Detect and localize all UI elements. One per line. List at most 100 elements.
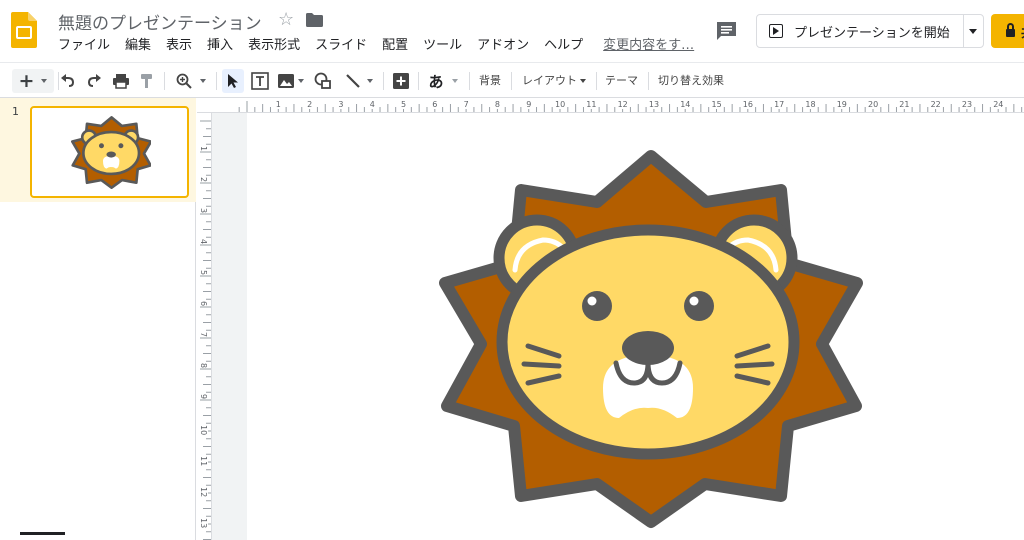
lion-thumbnail-image [71,116,151,189]
slides-logo-icon[interactable] [11,12,37,48]
transition-button[interactable]: 切り替え効果 [658,73,724,89]
ruler-number: 4 [369,100,375,109]
slide-thumbnail[interactable] [30,106,189,198]
star-icon[interactable]: ☆ [278,9,294,31]
app-header: 無題のプレゼンテーション ☆ ファイル 編集 表示 挿入 表示形式 スライド 配… [0,0,1024,62]
line-icon [345,74,360,88]
plus-icon: + [18,70,35,92]
lion-nose [622,331,674,365]
ruler-number: 19 [836,100,847,109]
line-tool-button[interactable] [340,69,376,93]
toolbar-separator [469,72,470,90]
layout-button-label: レイアウト [522,74,577,87]
menu-edit[interactable]: 編集 [125,37,151,55]
menu-arrange[interactable]: 配置 [382,37,408,55]
layout-button[interactable]: レイアウト [522,73,586,89]
ruler-number: 1 [199,146,208,152]
ruler-number: 12 [199,487,208,498]
undo-icon[interactable] [60,69,76,93]
ruler-number: 3 [199,208,208,214]
menu-help[interactable]: ヘルプ [544,37,583,55]
background-button[interactable]: 背景 [479,73,501,89]
shape-icon[interactable] [313,69,333,93]
redo-icon[interactable] [86,69,102,93]
zoom-icon [176,73,192,89]
ruler-number: 12 [617,100,628,109]
menu-tools[interactable]: ツール [423,37,462,55]
ruler-number: 7 [463,100,469,109]
ruler-number: 6 [432,100,438,109]
present-button[interactable]: プレゼンテーションを開始 [756,14,984,48]
document-title[interactable]: 無題のプレゼンテーション [58,9,262,34]
menu-file[interactable]: ファイル [58,37,110,55]
zoom-button[interactable] [172,69,210,93]
present-divider [963,15,964,47]
ruler-number: 1 [275,100,281,109]
text-box-icon[interactable] [250,69,270,93]
ruler-number: 2 [307,100,313,109]
input-tools-label: あ [428,72,444,91]
toolbar-separator [216,72,217,90]
ruler-number: 2 [199,177,208,183]
theme-button[interactable]: テーマ [605,73,638,89]
ruler-number: 8 [494,100,500,109]
insert-image-button[interactable] [276,69,306,93]
select-tool-button[interactable] [222,69,244,93]
horizontal-ruler: 1 2 3 4 5 6 7 8 9 10 11 12 13 14 15 16 17 18 19 20 21 22 23 24 [197,98,1024,113]
ruler-number: 9 [526,100,532,109]
ruler-number: 15 [711,100,722,109]
image-caret-icon [298,79,304,83]
toolbar: + あ 背景 レイアウト テーマ 切り替え効果 [0,62,1024,98]
zoom-caret-icon [200,79,206,83]
present-dropdown-icon[interactable] [969,29,977,34]
slide-number: 1 [12,105,19,118]
paint-format-icon[interactable] [139,69,155,93]
toolbar-separator [58,72,59,90]
menu-slide[interactable]: スライド [315,37,367,55]
input-tools-button[interactable]: あ [425,69,461,93]
ruler-number: 4 [199,239,208,245]
menu-insert[interactable]: 挿入 [207,37,233,55]
ruler-number: 11 [586,100,597,109]
ruler-number: 8 [199,363,208,369]
ruler-number: 7 [199,332,208,338]
layout-caret-icon [580,79,586,83]
filmstrip-scroll-indicator [20,532,65,535]
ruler-number: 21 [899,100,910,109]
ruler-number: 23 [961,100,973,109]
lion-right-eye [684,291,714,321]
ruler-number: 16 [742,100,753,109]
filmstrip: 1 [0,98,196,540]
last-edit-link[interactable]: 変更内容をす… [603,37,694,55]
ruler-number: 5 [401,100,407,109]
ruler-number: 14 [680,100,691,109]
ruler-number: 10 [199,425,208,436]
menu-view[interactable]: 表示 [166,37,192,55]
image-icon [278,74,294,88]
menu-format[interactable]: 表示形式 [248,37,300,55]
ruler-number: 13 [199,518,208,529]
toolbar-separator [596,72,597,90]
print-icon[interactable] [112,69,130,93]
menu-addons[interactable]: アドオン [477,37,529,55]
ruler-number: 10 [555,100,566,109]
ruler-number: 3 [338,100,344,109]
ruler-number: 20 [868,100,879,109]
new-slide-caret-icon [41,79,48,83]
present-button-label: プレゼンテーションを開始 [794,25,950,41]
ruler-number: 17 [774,100,785,109]
lion-image[interactable] [437,150,867,530]
folder-icon[interactable] [306,13,323,27]
ruler-number: 11 [199,456,208,467]
comment-icon[interactable] [716,21,737,41]
toolbar-separator [418,72,419,90]
filmstrip-slide-1[interactable]: 1 [0,98,196,202]
ruler-number: 13 [648,100,660,109]
ruler-number: 18 [805,100,816,109]
add-comment-icon[interactable] [392,69,410,93]
share-button[interactable]: 共 [991,14,1024,48]
present-icon [769,24,783,38]
new-slide-button[interactable]: + [12,69,54,93]
toolbar-separator [648,72,649,90]
ruler-number: 6 [199,301,208,307]
